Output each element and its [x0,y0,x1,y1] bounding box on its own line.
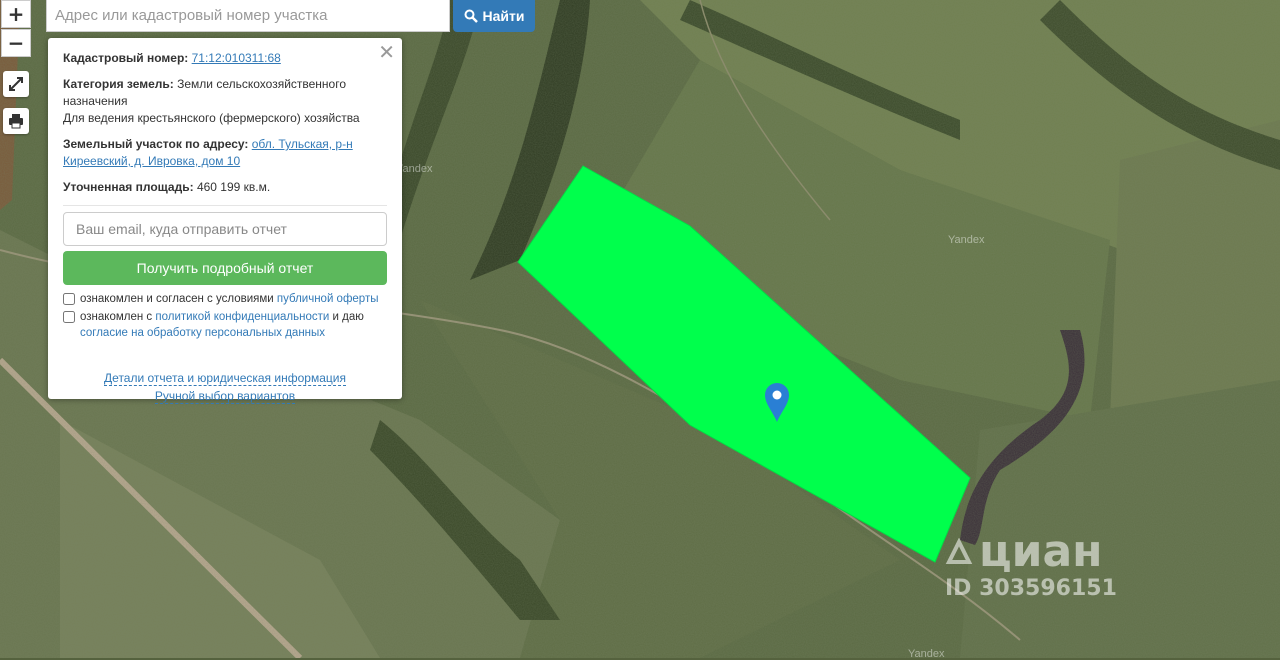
privacy-consent-row: ознакомлен с политикой конфиденциальност… [63,309,387,341]
search-button[interactable]: Найти [453,0,535,32]
divider [63,205,387,206]
printer-icon [9,114,23,129]
area-label: Уточненная площадь: [63,180,194,194]
fullscreen-button[interactable] [3,71,29,97]
offer-consent-checkbox[interactable] [63,293,75,305]
report-details-link[interactable]: Детали отчета и юридическая информация [104,371,346,386]
privacy-consent-text-a: ознакомлен с [80,311,153,323]
offer-consent-text: ознакомлен и согласен с условиями [80,293,274,305]
manual-selection-link[interactable]: Ручной выбор вариантов [154,389,296,404]
area-row: Уточненная площадь: 460 199 кв.м. [63,179,387,196]
search-button-label: Найти [482,8,525,24]
personal-data-consent-link[interactable]: согласие на обработку персональных данны… [80,327,325,339]
zoom-in-button[interactable]: + [1,0,31,28]
map-provider-label: Yandex [948,234,985,246]
zoom-out-button[interactable]: − [1,29,31,57]
print-button[interactable] [3,108,29,134]
close-icon[interactable]: ✕ [378,41,395,63]
map-provider-label: Yandex [908,648,945,660]
cian-brand: циан [979,526,1103,577]
cian-watermark: циан ID 303596151 [945,526,1117,602]
address-label: Земельный участок по адресу: [63,137,249,151]
privacy-consent-checkbox[interactable] [63,311,75,323]
offer-consent-row: ознакомлен и согласен с условиями публич… [63,291,387,307]
email-field[interactable] [63,212,387,246]
listing-id: ID 303596151 [945,576,1117,601]
footer-links: Детали отчета и юридическая информация Р… [63,369,387,405]
area-value: 460 199 кв.м. [196,180,271,194]
search-icon [464,9,478,23]
public-offer-link[interactable]: публичной оферты [277,293,379,305]
address-row: Земельный участок по адресу: обл. Тульск… [63,136,387,170]
privacy-consent-text-b: и даю [332,311,364,323]
get-report-button[interactable]: Получить подробный отчет [63,251,387,285]
cadastral-number-link[interactable]: 71:12:010311:68 [192,51,281,65]
cadastral-number-row: Кадастровый номер: 71:12:010311:68 [63,50,387,67]
usage-value: Для ведения крестьянского (фермерского) … [63,111,360,125]
privacy-policy-link[interactable]: политикой конфиденциальности [155,311,329,323]
cadastral-label: Кадастровый номер: [63,51,189,65]
search-input[interactable] [46,0,450,32]
parcel-info-panel: ✕ Кадастровый номер: 71:12:010311:68 Кат… [48,38,402,404]
land-category-row: Категория земель: Земли сельскохозяйстве… [63,76,387,127]
category-label: Категория земель: [63,77,174,91]
cian-logo-icon [945,538,973,564]
expand-icon [9,77,23,91]
